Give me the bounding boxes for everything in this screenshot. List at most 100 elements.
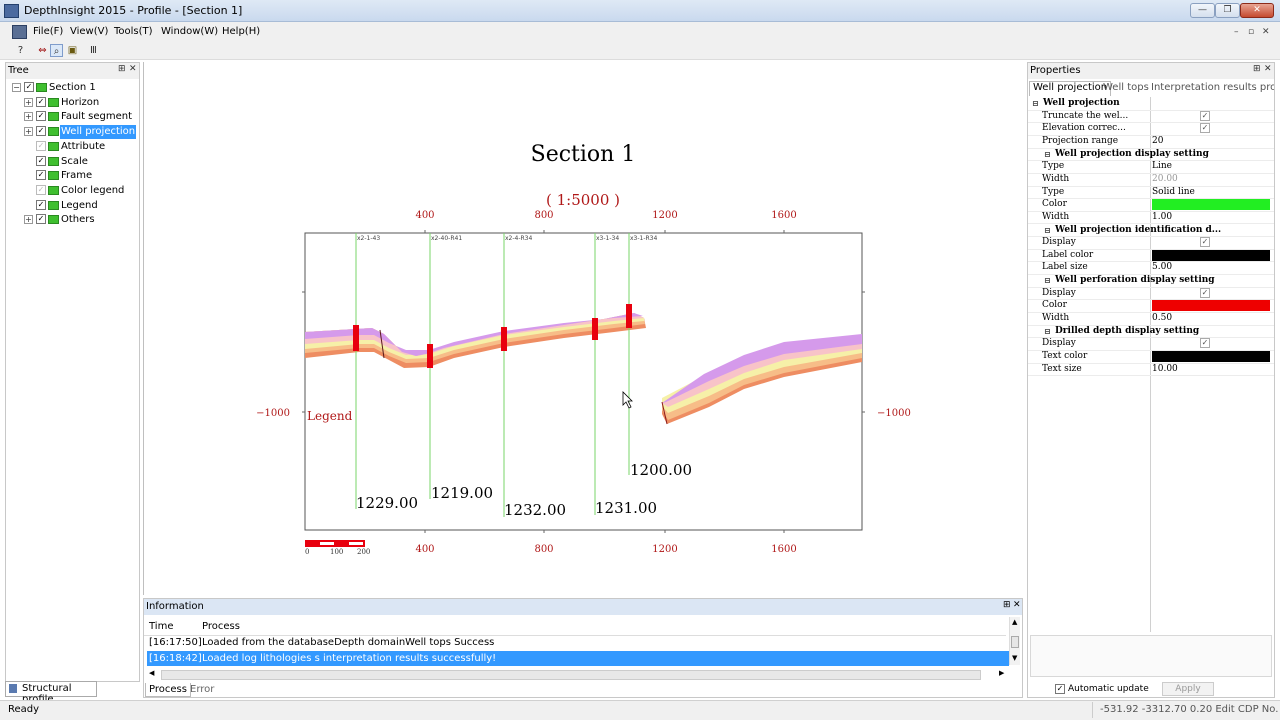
automatic-update-checkbox[interactable]: ✓	[1055, 684, 1065, 694]
property-row[interactable]: Text size 10.00	[1028, 363, 1274, 376]
tab-error[interactable]: Error	[190, 684, 214, 695]
property-value[interactable]: 20	[1152, 135, 1270, 148]
property-checkbox[interactable]: ✓	[1200, 338, 1210, 349]
pin-icon[interactable]: ⊞	[118, 64, 126, 74]
tree-item-checkbox[interactable]: ✓	[36, 155, 46, 166]
collapse-group-icon[interactable]: ⊟	[1044, 274, 1051, 287]
property-color-swatch[interactable]	[1152, 249, 1270, 261]
tab-interpretation-results[interactable]: Interpretation results pro...	[1151, 82, 1274, 93]
tree-item-checkbox[interactable]: ✓	[36, 214, 46, 225]
menu-tools[interactable]: Tools(T)	[114, 26, 153, 37]
property-value[interactable]: Line	[1152, 160, 1270, 173]
expand-icon[interactable]: +	[24, 112, 33, 122]
scroll-down-icon[interactable]: ▼	[1012, 654, 1017, 662]
profile-canvas[interactable]: Section 1 ( 1:5000 ) 400 800 1200 1600 4…	[143, 62, 1023, 595]
tree-item-checkbox[interactable]: ✓	[36, 126, 46, 137]
profile-svg[interactable]: Section 1 ( 1:5000 ) 400 800 1200 1600 4…	[144, 62, 1024, 595]
tree-item[interactable]: ✓ Color legend	[6, 184, 139, 198]
info-vertical-scrollbar[interactable]: ▲ ▼	[1009, 617, 1020, 665]
tree-item[interactable]: + ✓ Fault segment	[6, 110, 139, 124]
property-color-swatch[interactable]	[1152, 199, 1270, 211]
collapse-group-icon[interactable]: ⊟	[1044, 224, 1051, 237]
property-row[interactable]: Width 1.00	[1028, 211, 1274, 224]
props-pin-icon[interactable]: ⊞	[1253, 64, 1261, 74]
menu-help[interactable]: Help(H)	[222, 26, 260, 37]
property-value[interactable]: 20.00	[1152, 173, 1270, 186]
tree-close-icon[interactable]: ✕	[129, 64, 137, 74]
property-group[interactable]: ⊟ Well projection identification d...	[1028, 224, 1274, 237]
property-row[interactable]: Display ✓	[1028, 337, 1274, 350]
mdi-minimize-button[interactable]: –	[1234, 27, 1239, 37]
document-icon[interactable]	[12, 25, 27, 39]
collapse-group-icon[interactable]: ⊟	[1044, 325, 1051, 338]
minimize-button[interactable]: —	[1190, 3, 1215, 18]
tree-item[interactable]: + ✓ Well projection	[6, 125, 139, 140]
column-time[interactable]: Time	[149, 621, 173, 632]
well-perforation[interactable]	[501, 327, 507, 351]
property-group[interactable]: ⊟ Well perforation display setting	[1028, 274, 1274, 287]
tab-well-projection[interactable]: Well projection	[1029, 81, 1112, 96]
tree-item-checkbox[interactable]: ✓	[36, 96, 46, 107]
property-row[interactable]: Truncate the wel... ✓	[1028, 110, 1274, 123]
scroll-up-icon[interactable]: ▲	[1012, 618, 1017, 626]
tree-item[interactable]: − ✓ Section 1	[6, 81, 139, 95]
property-row[interactable]: Color	[1028, 299, 1274, 312]
property-row[interactable]: Width 0.50	[1028, 312, 1274, 325]
well-perforation[interactable]	[626, 304, 632, 328]
property-group[interactable]: ⊟ Well projection	[1028, 97, 1274, 110]
property-row[interactable]: Label color	[1028, 249, 1274, 262]
tree-item[interactable]: ✓ Attribute	[6, 140, 139, 154]
property-group[interactable]: ⊟ Drilled depth display setting	[1028, 325, 1274, 338]
tree-item-checkbox[interactable]: ✓	[36, 184, 46, 195]
property-checkbox[interactable]: ✓	[1200, 237, 1210, 248]
menu-file[interactable]: File(F)	[33, 26, 63, 37]
tree-item[interactable]: + ✓ Others	[6, 213, 139, 227]
well-perforation[interactable]	[353, 325, 359, 351]
collapse-icon[interactable]: −	[12, 83, 21, 92]
menu-view[interactable]: View(V)	[70, 26, 108, 37]
pan-icon[interactable]: ⇔	[36, 44, 49, 57]
property-row[interactable]: Display ✓	[1028, 236, 1274, 249]
property-row[interactable]: Width 20.00	[1028, 173, 1274, 186]
log-row-selected[interactable]: [16:18:42] Loaded log lithologies s inte…	[147, 651, 1009, 666]
property-row[interactable]: Type Line	[1028, 160, 1274, 173]
tree-item-checkbox[interactable]: ✓	[36, 170, 46, 181]
help-icon[interactable]: ?	[14, 44, 27, 57]
property-row[interactable]: Color	[1028, 198, 1274, 211]
tree-item-checkbox[interactable]: ✓	[24, 82, 34, 92]
tab-well-tops[interactable]: Well tops	[1103, 82, 1149, 93]
expand-icon[interactable]: +	[24, 127, 33, 137]
property-checkbox[interactable]: ✓	[1200, 110, 1210, 121]
tree-item[interactable]: ✓ Frame	[6, 169, 139, 183]
close-button[interactable]: ✕	[1240, 3, 1274, 18]
tree-item[interactable]: ✓ Legend	[6, 199, 139, 213]
property-row[interactable]: Elevation correc... ✓	[1028, 122, 1274, 135]
tree-item-checkbox[interactable]: ✓	[36, 199, 46, 210]
property-value[interactable]: 1.00	[1152, 211, 1270, 224]
info-horizontal-scrollbar[interactable]: ◀ ▶	[147, 669, 1152, 681]
info-pin-icon[interactable]: ⊞	[1003, 600, 1011, 610]
well-perforation[interactable]	[592, 318, 598, 340]
hscroll-thumb[interactable]	[161, 670, 981, 680]
tree-item-checkbox[interactable]: ✓	[36, 111, 46, 122]
mdi-restore-button[interactable]: ▫	[1248, 27, 1254, 37]
property-row[interactable]: Text color	[1028, 350, 1274, 363]
apply-button[interactable]: Apply	[1162, 682, 1214, 696]
zoom-icon[interactable]: ⌕	[50, 44, 63, 57]
frame-icon[interactable]: ▣	[66, 44, 79, 57]
scroll-right-icon[interactable]: ▶	[999, 669, 1004, 677]
expand-icon[interactable]: +	[24, 97, 33, 107]
property-value[interactable]: 5.00	[1152, 261, 1270, 274]
info-close-icon[interactable]: ✕	[1013, 600, 1021, 610]
log-row[interactable]: [16:17:50] Loaded from the databaseDepth…	[147, 635, 1009, 650]
mdi-close-button[interactable]: ✕	[1262, 27, 1270, 37]
scroll-left-icon[interactable]: ◀	[149, 669, 154, 677]
property-value[interactable]: 10.00	[1152, 363, 1270, 376]
property-value[interactable]: Solid line	[1152, 186, 1270, 199]
property-checkbox[interactable]: ✓	[1200, 123, 1210, 134]
props-close-icon[interactable]: ✕	[1264, 64, 1272, 74]
collapse-group-icon[interactable]: ⊟	[1032, 97, 1039, 110]
property-row[interactable]: Display ✓	[1028, 287, 1274, 300]
tree-item[interactable]: ✓ Scale	[6, 155, 139, 169]
columns-icon[interactable]: Ⅲ	[87, 44, 100, 57]
